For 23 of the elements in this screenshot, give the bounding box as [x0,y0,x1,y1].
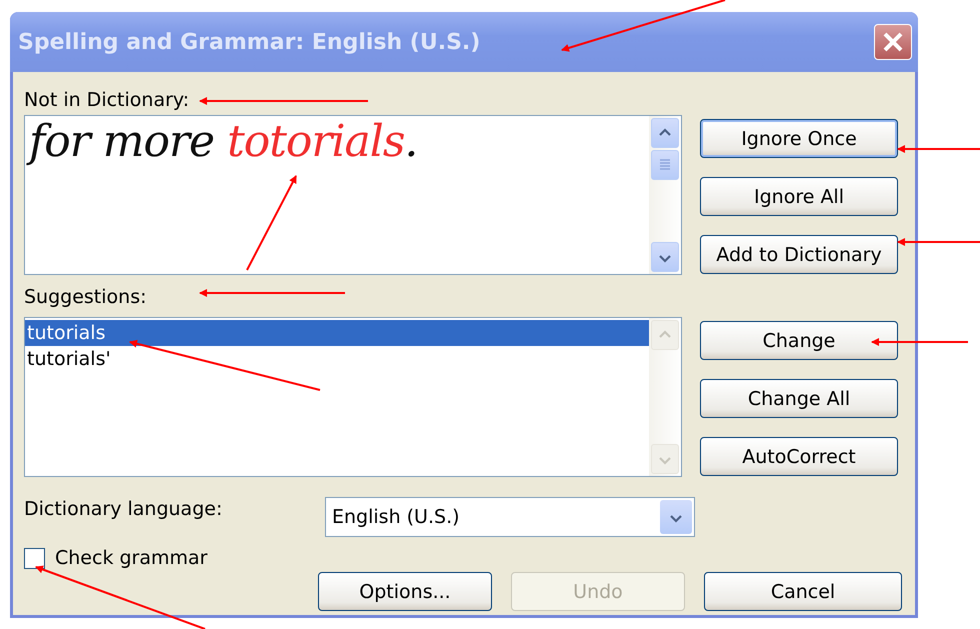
dialog-button[interactable]: AutoCorrect [700,437,898,476]
checkbox-label: Check grammar [55,547,208,569]
close-icon [882,31,904,53]
dialog-button[interactable]: Ignore Once [700,119,898,158]
window-title: Spelling and Grammar: English (U.S.) [18,30,480,54]
list-item[interactable]: tutorials' [25,346,649,372]
checkbox[interactable] [24,548,45,568]
dialog-button[interactable]: Cancel [704,572,902,611]
dialog-button[interactable]: Change All [700,379,898,418]
dialog-button[interactable]: Ignore All [700,177,898,216]
dialog-button[interactable]: Change [700,321,898,360]
close-button[interactable] [874,24,912,60]
language-dropdown[interactable]: English (U.S.) [325,497,695,537]
scroll-up-icon[interactable] [651,118,679,148]
field-label: Suggestions: [24,285,147,309]
sentence-box[interactable]: for more totorials. [24,115,682,275]
dialog-button[interactable]: Add to Dictionary [700,235,898,274]
scroll-thumb[interactable] [651,150,679,180]
dialog-button[interactable]: Options... [318,572,492,611]
scroll-down-icon[interactable] [651,242,679,272]
field-label: Not in Dictionary: [24,88,190,112]
field-label: Dictionary language: [24,497,224,521]
list-item[interactable]: tutorials [25,320,649,346]
